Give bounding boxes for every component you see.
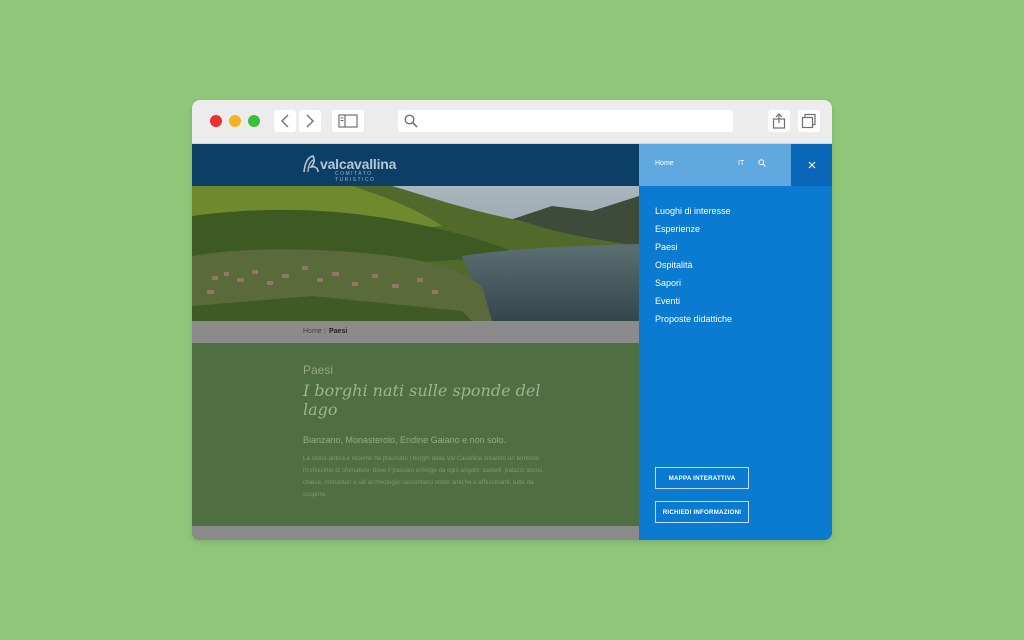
menu-item-paesi[interactable]: Paesi	[655, 242, 732, 260]
sidebar-button[interactable]	[332, 110, 364, 132]
logo-wordmark: valcavallina	[320, 156, 397, 172]
address-bar[interactable]	[398, 110, 733, 132]
menu-item-didattiche[interactable]: Proposte didattiche	[655, 314, 732, 332]
minimize-window-button[interactable]	[229, 115, 241, 127]
hero-image	[192, 186, 639, 321]
page-footer-strip	[192, 526, 639, 540]
page-title: I borghi nati sulle sponde del lago	[303, 381, 541, 419]
intro-section: Paesi I borghi nati sulle sponde del lag…	[192, 343, 639, 526]
search-icon[interactable]	[758, 159, 766, 167]
site-header: valcavallina COMITATO TURISTICO	[192, 144, 639, 186]
menu-item-luoghi[interactable]: Luoghi di interesse	[655, 206, 732, 224]
logo-subtitle: COMITATO TURISTICO	[335, 171, 376, 183]
share-icon	[772, 113, 786, 129]
landscape-photo	[192, 186, 639, 321]
browser-toolbar	[192, 100, 832, 144]
back-button[interactable]	[274, 110, 296, 132]
share-button[interactable]	[768, 110, 790, 132]
forward-icon	[306, 114, 315, 128]
sidebar-icon	[338, 114, 358, 128]
tabs-icon	[801, 113, 816, 129]
interactive-map-button[interactable]: MAPPA INTERATTIVA	[655, 467, 749, 489]
breadcrumb-separator: |	[324, 328, 326, 335]
request-info-button[interactable]: RICHIEDI INFORMAZIONI	[655, 501, 749, 523]
tabs-button[interactable]	[798, 110, 820, 132]
page-main: valcavallina COMITATO TURISTICO Home | P…	[192, 144, 639, 540]
language-selector[interactable]: IT	[738, 160, 744, 167]
breadcrumb: Home | Paesi	[192, 321, 639, 343]
close-window-button[interactable]	[210, 115, 222, 127]
zoom-window-button[interactable]	[248, 115, 260, 127]
panel-topbar: Home IT	[639, 144, 791, 186]
breadcrumb-home[interactable]: Home	[303, 328, 322, 335]
menu-item-esperienze[interactable]: Esperienze	[655, 224, 732, 242]
menu-item-sapori[interactable]: Sapori	[655, 278, 732, 296]
body-text: La storia antica e recente ha plasmato i…	[303, 455, 544, 498]
close-icon	[808, 161, 815, 169]
main-menu: Luoghi di interesse Esperienze Paesi Osp…	[655, 206, 732, 332]
back-icon	[280, 114, 289, 128]
forward-button[interactable]	[299, 110, 321, 132]
website-viewport: valcavallina COMITATO TURISTICO Home | P…	[192, 144, 832, 540]
site-logo[interactable]: valcavallina COMITATO TURISTICO	[302, 152, 412, 183]
close-menu-button[interactable]	[791, 144, 832, 186]
logo-icon	[303, 155, 319, 173]
panel-home-link[interactable]: Home	[655, 160, 674, 167]
section-kicker: Paesi	[303, 363, 334, 377]
lead-text: Bianzano, Monasterolo, Endine Gaiano e n…	[303, 435, 507, 445]
search-icon	[404, 114, 418, 128]
breadcrumb-current: Paesi	[329, 328, 348, 335]
menu-item-ospitalita[interactable]: Ospitalità	[655, 260, 732, 278]
navigation-panel: Home IT Luoghi di interesse Esperienze P…	[639, 144, 832, 540]
menu-item-eventi[interactable]: Eventi	[655, 296, 732, 314]
browser-window: valcavallina COMITATO TURISTICO Home | P…	[192, 100, 832, 540]
